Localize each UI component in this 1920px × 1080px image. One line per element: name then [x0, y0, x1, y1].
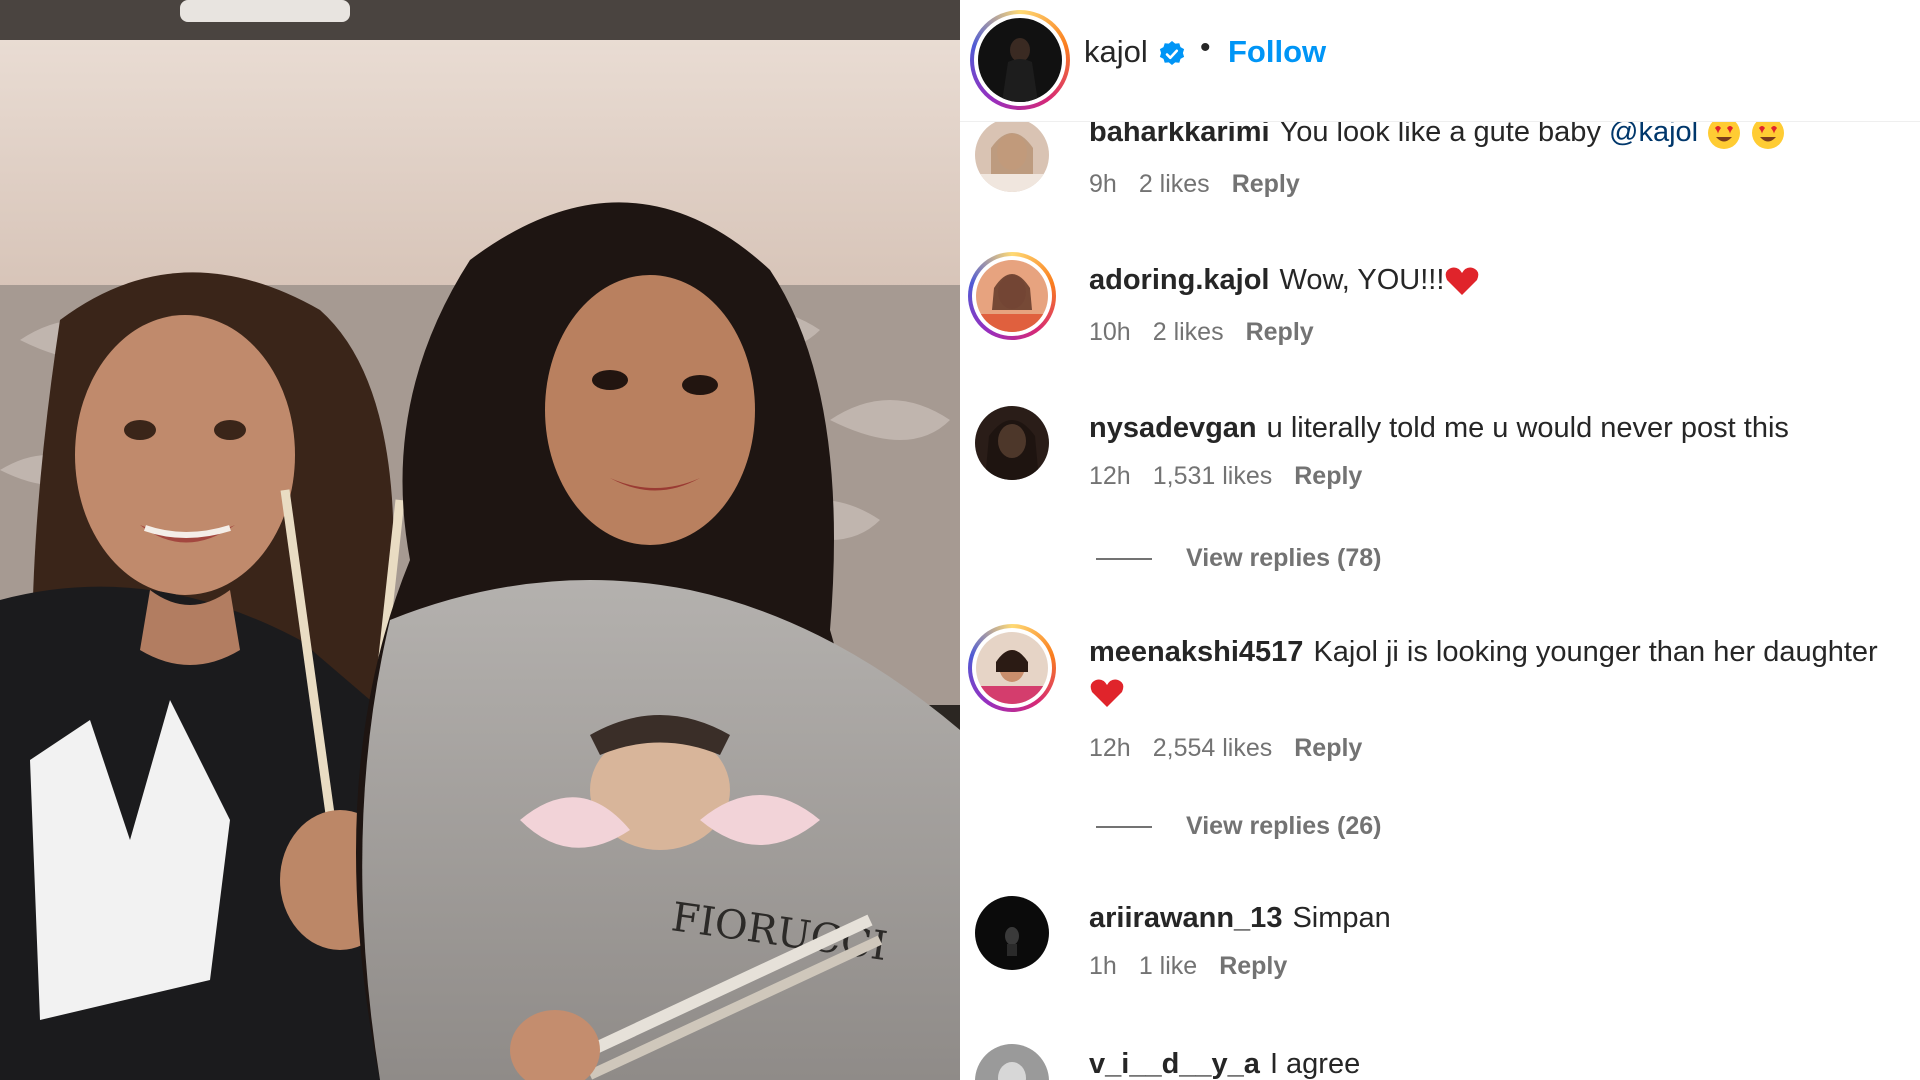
heart-emoji: [1446, 267, 1479, 296]
commenter-avatar[interactable]: [968, 624, 1056, 712]
comment-body: Kajol ji is looking younger than her dau…: [1313, 636, 1878, 668]
comment-likes[interactable]: 2 likes: [1139, 170, 1210, 198]
avatar-photo: [978, 18, 1062, 102]
comment-meta: 1h 1 like Reply: [1089, 952, 1309, 981]
comment-time: 9h: [1089, 170, 1117, 198]
comment-likes[interactable]: 1 like: [1139, 952, 1197, 980]
reply-button[interactable]: Reply: [1294, 734, 1362, 762]
comment-username[interactable]: v_i__d__y_a: [1089, 1048, 1260, 1080]
comment-meta: 12h 1,531 likes Reply: [1089, 462, 1384, 491]
divider-line: [1096, 558, 1152, 561]
comment-meta: 9h 2 likes Reply: [1089, 170, 1322, 199]
comment-time: 12h: [1089, 462, 1131, 490]
comment-time: 1h: [1089, 952, 1117, 980]
comment-body: u literally told me u would never post t…: [1266, 412, 1789, 444]
avatar-photo: [975, 1044, 1049, 1080]
comment-likes[interactable]: 1,531 likes: [1153, 462, 1273, 490]
view-replies-button[interactable]: View replies (26): [1096, 812, 1381, 841]
comment-time: 10h: [1089, 318, 1131, 346]
comment-body: Wow, YOU!!!: [1279, 264, 1445, 296]
avatar-photo: [975, 406, 1049, 480]
post-header: kajol • Follow: [960, 0, 1920, 122]
comments-panel: baharkkarimi You look like a gute baby @k…: [960, 0, 1920, 1080]
author-username[interactable]: kajol: [1084, 34, 1148, 70]
view-replies-label: View replies (78): [1186, 544, 1382, 572]
view-replies-button[interactable]: View replies (78): [1096, 544, 1381, 573]
avatar-photo: [976, 632, 1048, 704]
comment-username[interactable]: meenakshi4517: [1089, 636, 1303, 668]
post-photo: FIORUCCI: [0, 0, 960, 1080]
divider-line: [1096, 826, 1152, 829]
comment-body: I agree: [1269, 1048, 1361, 1080]
reply-button[interactable]: Reply: [1219, 952, 1287, 980]
comment-meta: 12h 2,554 likes Reply: [1089, 734, 1384, 763]
separator-dot: •: [1200, 31, 1211, 64]
reply-button[interactable]: Reply: [1246, 318, 1314, 346]
heart-emoji: [1090, 679, 1124, 708]
verified-badge-icon: [1159, 41, 1185, 65]
comment-likes[interactable]: 2 likes: [1153, 318, 1224, 346]
follow-button[interactable]: Follow: [1228, 34, 1326, 70]
comment-likes[interactable]: 2,554 likes: [1153, 734, 1273, 762]
commenter-avatar[interactable]: [975, 1044, 1049, 1080]
avatar-photo: [976, 260, 1048, 332]
commenter-avatar[interactable]: [975, 896, 1049, 970]
view-replies-label: View replies (26): [1186, 812, 1382, 840]
commenter-avatar[interactable]: [975, 118, 1049, 192]
comment-body: Simpan: [1292, 902, 1391, 934]
comment-username[interactable]: ariirawann_13: [1089, 902, 1282, 934]
avatar-photo: [975, 896, 1049, 970]
commenter-avatar[interactable]: [975, 406, 1049, 480]
reply-button[interactable]: Reply: [1294, 462, 1362, 490]
author-avatar[interactable]: [970, 10, 1070, 110]
reply-button[interactable]: Reply: [1232, 170, 1300, 198]
post-photo-illustration: FIORUCCI: [0, 0, 960, 1080]
comment-username[interactable]: adoring.kajol: [1089, 264, 1269, 296]
commenter-avatar[interactable]: [968, 252, 1056, 340]
comment-username[interactable]: nysadevgan: [1089, 412, 1257, 444]
comment-meta: 10h 2 likes Reply: [1089, 318, 1336, 347]
avatar-photo: [975, 118, 1049, 192]
comment-time: 12h: [1089, 734, 1131, 762]
